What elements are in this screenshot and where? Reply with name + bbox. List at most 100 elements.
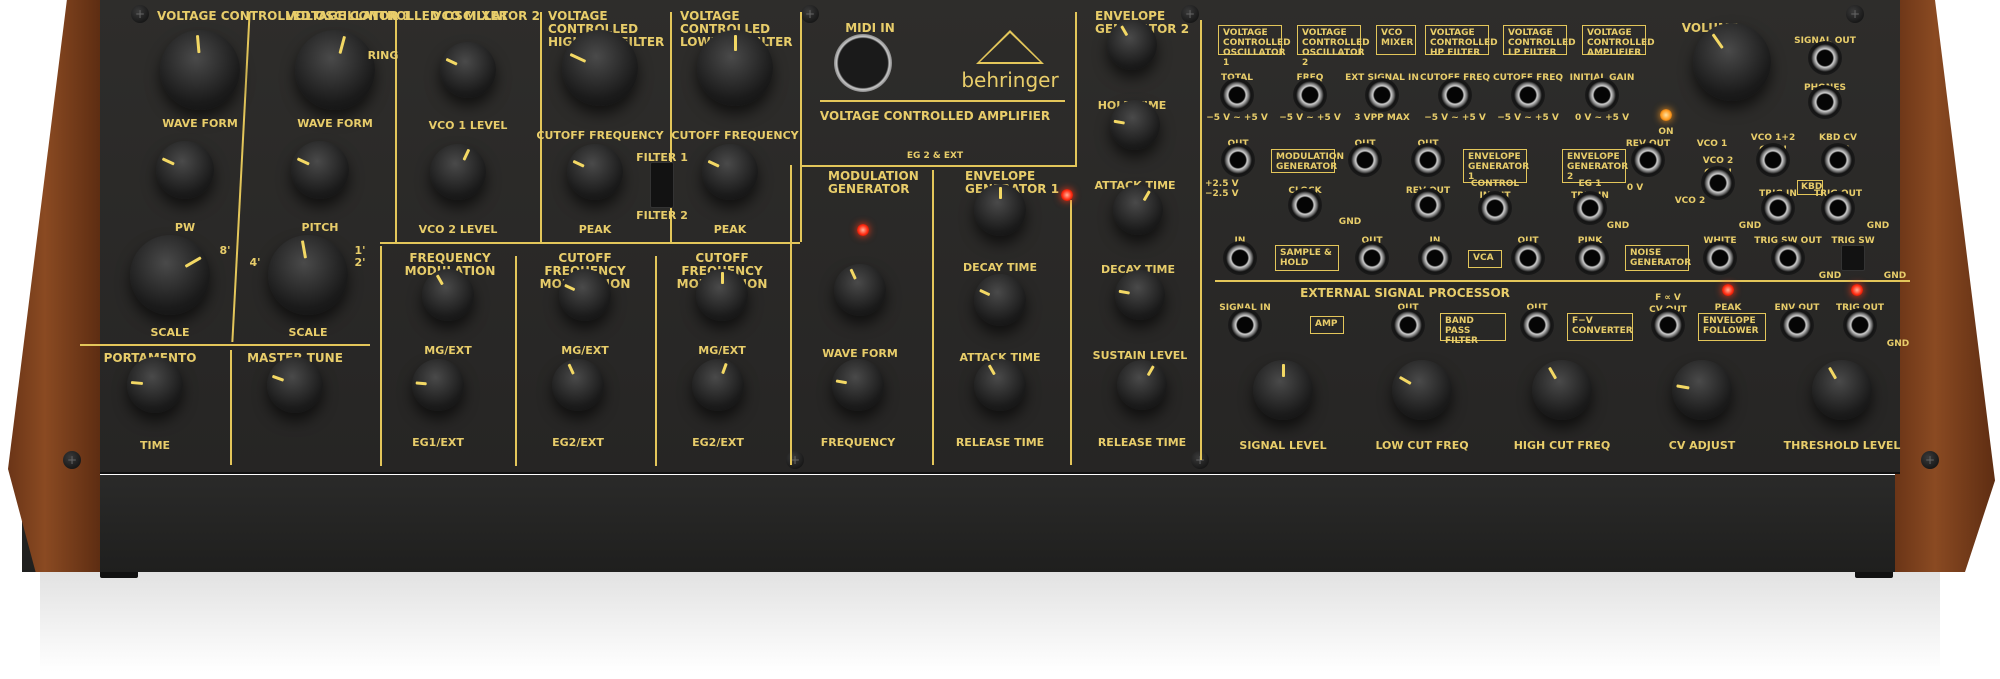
filter-select-switch[interactable] (650, 162, 674, 208)
hpf-cutoff-cv-jack[interactable] (1438, 78, 1472, 112)
vco1-scale-knob[interactable] (130, 235, 210, 315)
trig-sw-button[interactable] (1841, 245, 1865, 271)
ext-signal-in-jack[interactable] (1365, 78, 1399, 112)
lpf-cutoff-cv-jack[interactable] (1511, 78, 1545, 112)
mod-gen-waveform-knob[interactable] (834, 264, 886, 316)
pink-noise-jack[interactable] (1575, 241, 1609, 275)
volume-knob[interactable] (1693, 23, 1771, 101)
screw: + (131, 5, 149, 23)
eg2-release-label: RELEASE TIME (1097, 436, 1187, 449)
esp-cv-adjust-knob[interactable] (1672, 360, 1732, 420)
sh-in-jack[interactable] (1223, 241, 1257, 275)
midi-in-port[interactable] (834, 34, 892, 92)
trig-in-jack[interactable] (1761, 191, 1795, 225)
eg1-attack-knob[interactable] (974, 274, 1026, 326)
flow-lpf-box: VOLTAGE CONTROLLED LP FILTER (1503, 25, 1576, 58)
eg2-decay-knob[interactable] (1113, 185, 1163, 235)
freq-mod-mg-knob[interactable] (422, 269, 474, 321)
portamento-time-label: TIME (139, 439, 171, 452)
eg1-release-knob[interactable] (974, 359, 1026, 411)
mg-out-jack[interactable] (1221, 143, 1255, 177)
esp-out2-jack[interactable] (1520, 308, 1554, 342)
cv-total-jack[interactable] (1220, 78, 1254, 112)
hpf-peak-label: PEAK (578, 223, 612, 236)
kbd-cv-out-jack[interactable] (1821, 143, 1855, 177)
trig-in-gnd-label: GND (1738, 221, 1762, 231)
vco1-level-knob[interactable] (440, 42, 496, 98)
vco2-level-knob[interactable] (430, 144, 486, 200)
screw: + (801, 5, 819, 23)
clock-jack[interactable] (1288, 188, 1322, 222)
vco2-waveform-label: WAVE FORM (297, 117, 373, 130)
vco2-level-label: VCO 2 LEVEL (418, 223, 498, 236)
cutoff-mod-hp-mg-knob[interactable] (559, 269, 611, 321)
esp-low-cut-knob[interactable] (1392, 360, 1452, 420)
esp-env-follower-box: ENVELOPE FOLLOWER (1698, 313, 1766, 341)
freq-mod-eg1-knob[interactable] (412, 359, 464, 411)
esp-bpf-box: BAND PASS FILTER (1440, 313, 1506, 346)
flow-vca-box: VOLTAGE CONTROLLED AMPLIFIER (1582, 25, 1655, 58)
trig-out-jack[interactable] (1821, 191, 1855, 225)
cv-freq-jack[interactable] (1293, 78, 1327, 112)
vca-box: VCA (1468, 250, 1502, 268)
hpf-peak-knob[interactable] (567, 144, 623, 200)
hpf-cutoff-cv-range: −5 V ~ +5 V (1424, 113, 1486, 123)
mod-gen-frequency-knob[interactable] (832, 359, 884, 411)
eg2-hold-knob[interactable] (1107, 20, 1157, 70)
esp-fv-out-jack[interactable] (1651, 308, 1685, 342)
eg1-decay-knob[interactable] (974, 184, 1026, 236)
eg1-rev-out-jack[interactable] (1411, 188, 1445, 222)
ext-signal-in-range: 3 VPP MAX (1354, 113, 1410, 123)
esp-high-cut-knob[interactable] (1532, 360, 1592, 420)
cutoff-mod-lp-eg2-knob[interactable] (692, 359, 744, 411)
vco2-scale-knob[interactable] (268, 235, 348, 315)
cutoff-mod-lp-mg-knob[interactable] (696, 269, 748, 321)
vco2-ring-label: RING (367, 49, 399, 62)
master-tune-knob[interactable] (267, 357, 323, 413)
esp-env-out-jack[interactable] (1780, 308, 1814, 342)
hpf-cutoff-knob[interactable] (562, 30, 638, 106)
eg1-trig-in-jack[interactable] (1573, 191, 1607, 225)
mod-gen-frequency-label: FREQUENCY (820, 436, 896, 449)
eg2-sustain-knob[interactable] (1115, 270, 1165, 320)
vco2-waveform-knob[interactable] (295, 30, 375, 110)
eg2-attack-knob[interactable] (1110, 100, 1160, 150)
vco1-waveform-knob[interactable] (160, 30, 240, 110)
initial-gain-jack[interactable] (1585, 78, 1619, 112)
signal-out-jack[interactable] (1808, 41, 1842, 75)
flow-hpf-box: VOLTAGE CONTROLLED HP FILTER (1425, 25, 1498, 58)
divider (230, 350, 232, 465)
vco1-pw-knob[interactable] (156, 141, 214, 199)
white-noise-jack[interactable] (1703, 241, 1737, 275)
esp-signal-in-jack[interactable] (1228, 308, 1262, 342)
control-input-jack[interactable] (1478, 191, 1512, 225)
brand-logo-text: behringer (961, 68, 1059, 92)
esp-peak-led (1722, 284, 1734, 296)
sh-out-jack[interactable] (1355, 241, 1389, 275)
lpf-peak-knob[interactable] (702, 144, 758, 200)
vca-in-jack[interactable] (1418, 241, 1452, 275)
lpf-cutoff-knob[interactable] (697, 30, 773, 106)
vco2-cv-in-jack[interactable] (1701, 166, 1735, 200)
mg-sq-out-jack[interactable] (1348, 143, 1382, 177)
trig-sw-out-jack[interactable] (1771, 241, 1805, 275)
vco2-pitch-knob[interactable] (291, 141, 349, 199)
eg1-out-jack[interactable] (1411, 143, 1445, 177)
esp-out1-jack[interactable] (1391, 308, 1425, 342)
filter2-label: FILTER 2 (636, 209, 688, 222)
vco12-cv-in-jack[interactable] (1756, 143, 1790, 177)
cutoff-mod-hp-eg2-knob[interactable] (552, 359, 604, 411)
vca-out-jack[interactable] (1511, 241, 1545, 275)
phones-jack[interactable] (1808, 85, 1842, 119)
lpf-peak-label: PEAK (713, 223, 747, 236)
eg2-release-knob[interactable] (1117, 360, 1167, 410)
esp-signal-level-knob[interactable] (1253, 360, 1313, 420)
cv-total-range: −5 V ~ +5 V (1206, 113, 1268, 123)
esp-threshold-knob[interactable] (1812, 360, 1872, 420)
portamento-time-knob[interactable] (127, 357, 183, 413)
esp-trig-out-jack[interactable] (1843, 308, 1877, 342)
vco1-level-label: VCO 1 LEVEL (428, 119, 508, 132)
eg2-rev-out-jack[interactable] (1631, 143, 1665, 177)
esp-gnd-label: GND (1886, 339, 1910, 349)
initial-gain-range: 0 V ~ +5 V (1574, 113, 1630, 123)
